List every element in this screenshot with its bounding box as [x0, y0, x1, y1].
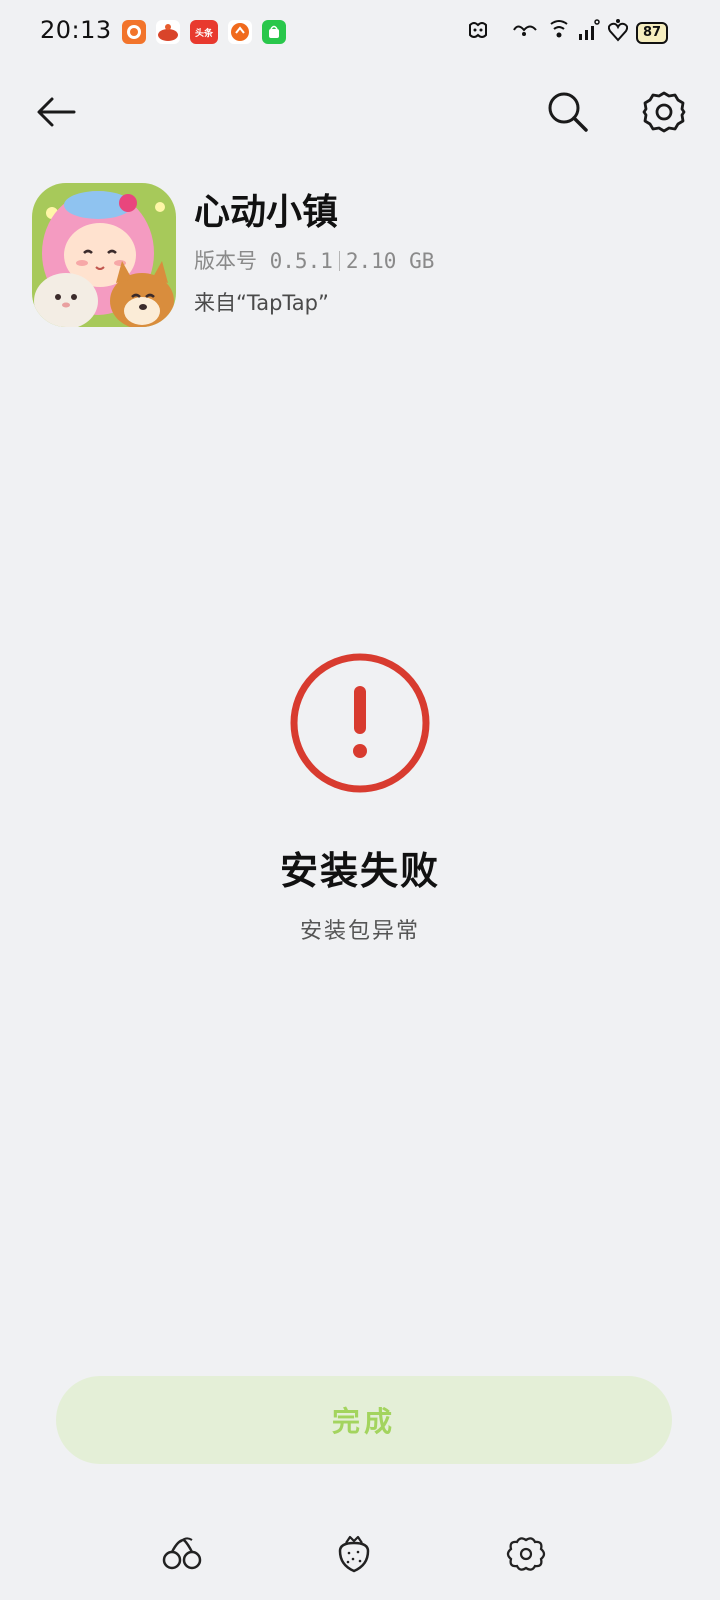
- result-subtitle: 安装包异常: [299, 919, 420, 944]
- nav-back-button[interactable]: [160, 1532, 204, 1576]
- strawberry-icon: [338, 1535, 370, 1573]
- system-icons: 87: [466, 18, 668, 47]
- arrow-left-icon: [37, 97, 76, 127]
- error-icon: [290, 653, 430, 793]
- nav-recent-button[interactable]: [504, 1532, 548, 1576]
- app-version: 版本号 0.5.1: [194, 249, 333, 273]
- nav-home-button[interactable]: [332, 1532, 376, 1576]
- app-name: 心动小镇: [194, 192, 339, 233]
- navigation-bar: [0, 1532, 720, 1580]
- result-title: 安装失败: [279, 849, 440, 893]
- heart-icon: [607, 18, 629, 47]
- toutiao-label: 头条: [194, 28, 213, 39]
- app-source: 来自“TapTap”: [194, 291, 329, 315]
- app-header: 心动小镇 版本号 0.5.1 2.10 GB 来自“TapTap”: [32, 183, 434, 327]
- cherry-icon: [162, 1537, 202, 1570]
- status-bar: 20:13 头条 87: [0, 0, 720, 64]
- toutiao-icon: 头条: [190, 20, 218, 44]
- notification-app-icon: [122, 20, 146, 44]
- bluetooth-icon: [510, 19, 540, 46]
- signal-icon: [578, 18, 600, 47]
- store-icon: [262, 20, 286, 44]
- notification-app-icon: [156, 20, 180, 44]
- back-button[interactable]: [28, 84, 84, 140]
- search-icon: [548, 92, 588, 132]
- settings-button[interactable]: [636, 84, 692, 140]
- nfc-icon: [466, 19, 502, 46]
- app-meta: 心动小镇 版本号 0.5.1 2.10 GB 来自“TapTap”: [194, 191, 434, 317]
- search-button[interactable]: [540, 84, 596, 140]
- wifi-icon: [548, 18, 570, 47]
- done-button[interactable]: 完成: [56, 1376, 672, 1464]
- app-icon: [32, 183, 176, 327]
- status-time: 20:13: [40, 16, 112, 44]
- gear-icon: [642, 91, 686, 133]
- version-divider: [338, 251, 340, 271]
- notification-app-icon: [228, 20, 252, 44]
- app-version-row: 版本号 0.5.1 2.10 GB: [194, 245, 434, 275]
- battery-indicator: 87: [636, 21, 668, 44]
- flower-icon: [506, 1537, 546, 1571]
- install-result: 安装失败 安装包异常: [0, 650, 720, 945]
- app-size: 2.10 GB: [345, 249, 435, 273]
- top-action-bar: [0, 84, 720, 144]
- notification-icons: 头条: [122, 20, 286, 44]
- battery-level: 87: [642, 25, 662, 40]
